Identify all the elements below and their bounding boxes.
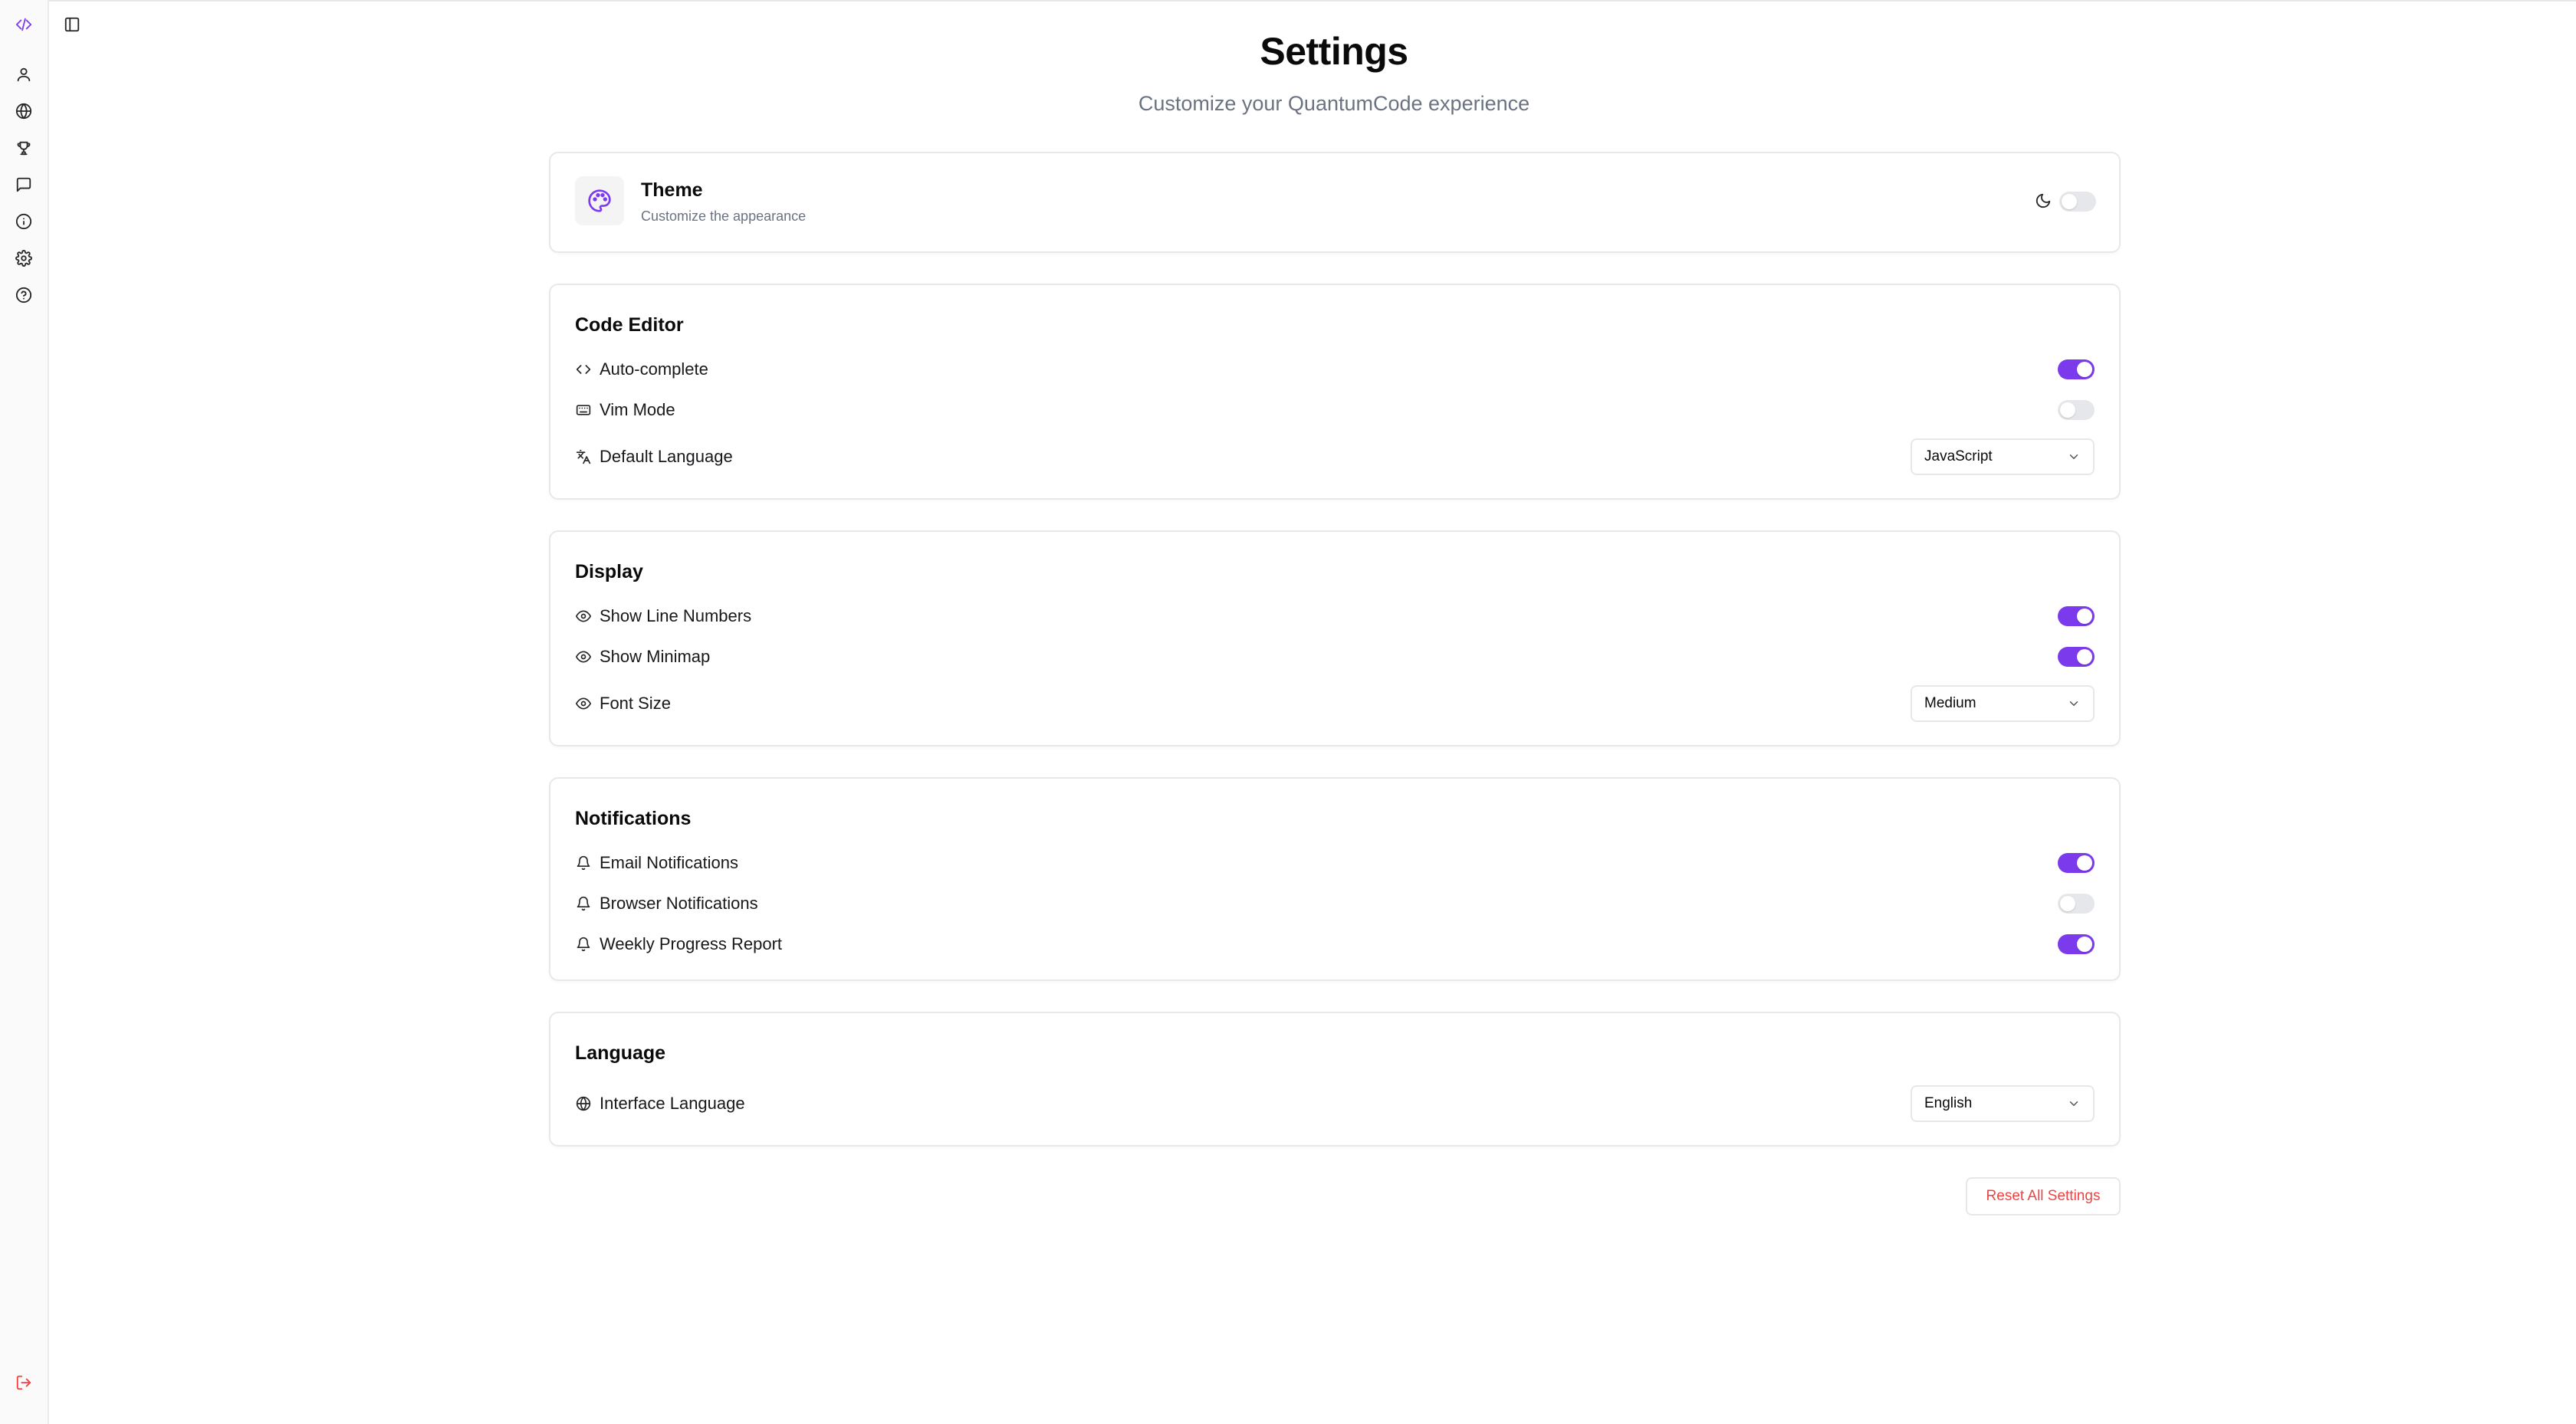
default-language-row: Default Language JavaScript [575, 438, 2095, 475]
vim-mode-row: Vim Mode [575, 395, 2095, 425]
minimap-label: Show Minimap [600, 647, 711, 666]
dark-mode-toggle[interactable] [2059, 192, 2096, 212]
logout-icon[interactable] [12, 1371, 35, 1394]
browser-notifications-toggle[interactable] [2058, 894, 2095, 914]
bell-icon [575, 895, 592, 912]
interface-language-select[interactable]: English [1911, 1085, 2095, 1122]
language-title: Language [575, 1042, 666, 1064]
message-square-icon[interactable] [12, 173, 35, 196]
weekly-report-toggle[interactable] [2058, 934, 2095, 954]
line-numbers-toggle[interactable] [2058, 606, 2095, 626]
eye-icon [575, 695, 592, 712]
vim-mode-toggle[interactable] [2058, 400, 2095, 420]
keyboard-icon [575, 402, 592, 418]
font-size-value: Medium [1924, 695, 1976, 711]
code-editor-title: Code Editor [575, 314, 684, 336]
theme-subtitle: Customize the appearance [641, 208, 807, 224]
default-language-select[interactable]: JavaScript [1911, 438, 2095, 475]
trophy-icon[interactable] [12, 136, 35, 159]
help-circle-icon[interactable] [12, 284, 35, 307]
email-notifications-label: Email Notifications [600, 853, 738, 872]
default-language-label: Default Language [600, 447, 733, 466]
default-language-value: JavaScript [1924, 448, 1993, 464]
auto-complete-toggle[interactable] [2058, 359, 2095, 379]
line-numbers-row: Show Line Numbers [575, 601, 2095, 632]
gear-icon[interactable] [12, 247, 35, 270]
info-icon[interactable] [12, 210, 35, 233]
chevron-down-icon [2067, 1097, 2081, 1111]
browser-notifications-row: Browser Notifications [575, 888, 2095, 919]
interface-language-row: Interface Language English [575, 1085, 2095, 1122]
display-title: Display [575, 561, 643, 582]
chevron-down-icon [2067, 450, 2081, 464]
notifications-title: Notifications [575, 808, 692, 829]
sidebar [0, 0, 49, 1424]
theme-card: Theme Customize the appearance [549, 152, 2121, 253]
interface-language-value: English [1924, 1095, 1973, 1111]
notifications-card: Notifications Email Notifications Browse… [549, 777, 2121, 981]
languages-icon [575, 448, 592, 465]
browser-notifications-label: Browser Notifications [600, 894, 758, 913]
weekly-report-label: Weekly Progress Report [600, 934, 783, 953]
vim-mode-label: Vim Mode [600, 400, 675, 419]
language-card: Language Interface Language English [549, 1012, 2121, 1147]
globe-icon [575, 1095, 592, 1112]
auto-complete-row: Auto-complete [575, 354, 2095, 385]
minimap-toggle[interactable] [2058, 647, 2095, 667]
chevron-down-icon [2067, 697, 2081, 710]
bell-icon [575, 855, 592, 871]
display-card: Display Show Line Numbers Show Minimap F… [549, 530, 2121, 746]
eye-icon [575, 608, 592, 625]
theme-title: Theme [641, 179, 703, 201]
moon-icon [2035, 192, 2053, 211]
auto-complete-label: Auto-complete [600, 359, 708, 379]
page-subtitle: Customize your QuantumCode experience [1138, 92, 1530, 115]
page-title: Settings [1260, 30, 1408, 73]
weekly-report-row: Weekly Progress Report [575, 929, 2095, 960]
email-notifications-row: Email Notifications [575, 848, 2095, 878]
top-border [0, 0, 2576, 2]
bell-icon [575, 936, 592, 953]
font-size-select[interactable]: Medium [1911, 685, 2095, 722]
font-size-label: Font Size [600, 694, 671, 713]
line-numbers-label: Show Line Numbers [600, 606, 752, 625]
minimap-row: Show Minimap [575, 641, 2095, 672]
reset-all-settings-button[interactable]: Reset All Settings [1966, 1177, 2121, 1216]
code-icon [575, 361, 592, 378]
eye-icon [575, 648, 592, 665]
email-notifications-toggle[interactable] [2058, 853, 2095, 873]
interface-language-label: Interface Language [600, 1094, 745, 1113]
code-editor-card: Code Editor Auto-complete Vim Mode Defau… [549, 284, 2121, 500]
font-size-row: Font Size Medium [575, 685, 2095, 722]
palette-icon [575, 176, 624, 225]
